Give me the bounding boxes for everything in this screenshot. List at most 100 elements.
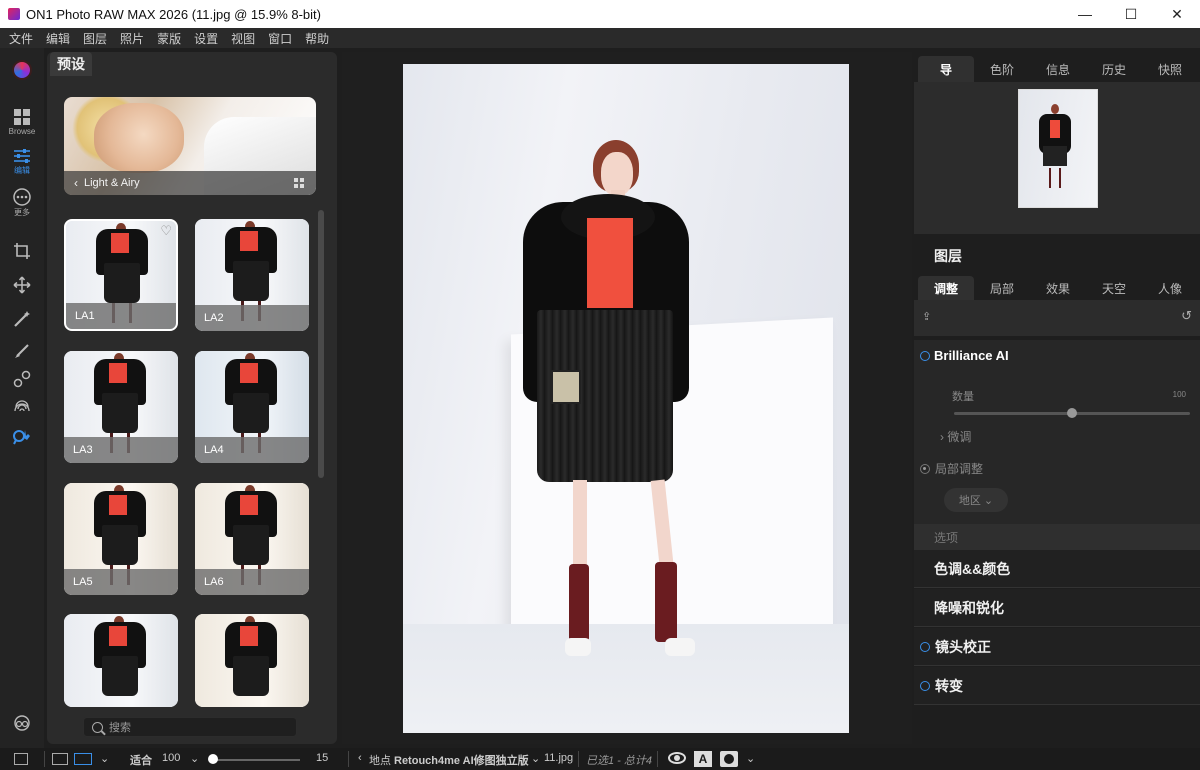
preset-thumb[interactable]: LA3	[64, 351, 178, 463]
menu-settings[interactable]: 设置	[194, 30, 218, 47]
tab-snapshots[interactable]: 快照	[1142, 56, 1198, 82]
toggle-circle-icon[interactable]	[920, 680, 930, 691]
single-view-icon[interactable]	[74, 753, 92, 765]
minimize-button[interactable]: —	[1062, 0, 1108, 28]
thumb-size-knob[interactable]	[208, 754, 218, 764]
radio-icon[interactable]	[920, 463, 930, 474]
section-noise-sharpen[interactable]: 降噪和锐化	[914, 589, 1200, 627]
close-button[interactable]: ✕	[1154, 0, 1200, 28]
grid-view-icon[interactable]	[294, 178, 304, 188]
search-placeholder: 搜索	[109, 722, 131, 734]
sliders-icon	[14, 149, 30, 163]
preset-thumb[interactable]	[195, 614, 309, 707]
menu-layer[interactable]: 图层	[83, 30, 107, 47]
preset-thumb[interactable]: ♡ LA1	[64, 219, 178, 331]
layers-title[interactable]: 图层	[934, 246, 962, 266]
healing-icon	[13, 370, 31, 388]
image-canvas[interactable]	[342, 52, 912, 744]
search-icon	[92, 721, 103, 733]
folder-chevron-icon[interactable]: ⌄	[531, 752, 540, 765]
reset-icon[interactable]: ↺	[1181, 308, 1192, 324]
status-bar: ⌄ 适合 100 ⌄ 15 ‹ 地点 Retouch4me AI修图独立版 ⌄ …	[0, 748, 1200, 770]
main-photo[interactable]	[403, 64, 849, 733]
tab-sky[interactable]: 天空	[1086, 276, 1142, 300]
tab-navigator[interactable]: 导	[918, 56, 974, 82]
tool-strip: Browse 编辑 更多	[0, 48, 44, 748]
eye-icon[interactable]	[668, 752, 686, 764]
amount-value: 100	[1172, 390, 1186, 399]
folder-name[interactable]: Retouch4me AI修图独立版	[394, 752, 529, 768]
navigator-thumbnail[interactable]	[1018, 89, 1098, 208]
local-adjust-option[interactable]: 局部调整	[920, 460, 983, 477]
export-icon[interactable]: ⇪	[922, 310, 931, 323]
on1-logo-icon[interactable]	[0, 60, 44, 80]
menu-edit[interactable]: 编辑	[46, 30, 70, 47]
tab-info[interactable]: 信息	[1030, 56, 1086, 82]
presets-scrollbar[interactable]	[318, 210, 324, 478]
preset-category-card[interactable]: ‹ Light & Airy	[64, 97, 316, 195]
fit-button[interactable]: 适合	[130, 752, 152, 768]
view-menu-chevron-icon[interactable]: ⌄	[100, 752, 109, 765]
amount-slider-knob[interactable]	[1067, 408, 1077, 418]
maximize-button[interactable]: ☐	[1108, 0, 1154, 28]
brush-tool[interactable]	[0, 342, 44, 360]
toggle-circle-icon[interactable]	[920, 641, 930, 652]
window-title: ON1 Photo RAW MAX 2026 (11.jpg @ 15.9% 8…	[26, 6, 321, 22]
move-tool[interactable]	[0, 276, 44, 294]
tab-local[interactable]: 局部	[974, 276, 1030, 300]
tab-levels[interactable]: 色阶	[974, 56, 1030, 82]
preset-thumb[interactable]: LA5	[64, 483, 178, 595]
crop-tool[interactable]	[0, 242, 44, 260]
menu-file[interactable]: 文件	[9, 30, 33, 47]
panel-toggle-icon[interactable]	[14, 753, 28, 765]
tab-history[interactable]: 历史	[1086, 56, 1142, 82]
mask-icon[interactable]	[720, 751, 738, 767]
options-row[interactable]: 选项	[914, 524, 1200, 550]
back-chevron-icon[interactable]: ‹	[358, 752, 362, 764]
menu-window[interactable]: 窗口	[268, 30, 292, 47]
region-dropdown[interactable]: 地区 ⌄	[944, 488, 1008, 512]
healing-tool[interactable]	[0, 370, 44, 388]
section-transform[interactable]: 转变	[914, 667, 1200, 705]
navigator-tabs: 导 色阶 信息 历史 快照	[918, 56, 1200, 82]
thumb-size-slider[interactable]	[212, 759, 300, 761]
extras-tool[interactable]	[0, 714, 44, 732]
brilliance-header[interactable]: Brilliance AI	[920, 348, 1009, 363]
tab-effects[interactable]: 效果	[1030, 276, 1086, 300]
zoom-value[interactable]: 100	[162, 752, 180, 764]
text-overlay-icon[interactable]: A	[694, 751, 712, 767]
menu-bar: 文件 编辑 图层 照片 蒙版 设置 视图 窗口 帮助	[0, 28, 1200, 48]
selection-count: 已选1 - 总计4	[586, 755, 653, 767]
presets-tab[interactable]: 预设	[50, 52, 92, 76]
retouch-tool[interactable]	[0, 428, 44, 446]
brush-icon	[15, 344, 29, 358]
fine-tune-toggle[interactable]: › 微调	[940, 428, 971, 445]
preset-search-input[interactable]: 搜索	[83, 717, 297, 737]
menu-view[interactable]: 视图	[231, 30, 255, 47]
toggle-circle-icon[interactable]	[920, 350, 930, 361]
menu-photo[interactable]: 照片	[120, 30, 144, 47]
zoom-chevron-icon[interactable]: ⌄	[190, 752, 199, 765]
preset-thumb[interactable]: LA6	[195, 483, 309, 595]
category-name: Light & Airy	[84, 177, 140, 189]
region-label: 地区	[958, 495, 981, 507]
tab-portrait[interactable]: 人像	[1142, 276, 1198, 300]
section-lens-correction[interactable]: 镜头校正	[914, 628, 1200, 666]
heart-icon[interactable]: ♡	[160, 223, 172, 239]
preset-thumb[interactable]: LA2	[195, 219, 309, 331]
preset-thumb[interactable]: LA4	[195, 351, 309, 463]
tab-develop[interactable]: 调整	[918, 276, 974, 300]
right-panel: 导 色阶 信息 历史 快照 图层 调整 局部 效果 天空 人像 ⇪ ↺ Bril…	[914, 52, 1200, 744]
browse-tool[interactable]: Browse	[0, 108, 44, 136]
menu-help[interactable]: 帮助	[305, 30, 329, 47]
edit-tool[interactable]: 编辑	[0, 148, 44, 176]
portrait-tool[interactable]	[0, 398, 44, 416]
section-tone-color[interactable]: 色调&&颜色	[914, 550, 1200, 588]
magic-wand-tool[interactable]	[0, 310, 44, 328]
chevron-left-icon[interactable]: ‹	[74, 176, 78, 190]
preset-thumb[interactable]	[64, 614, 178, 707]
overlay-chevron-icon[interactable]: ⌄	[746, 752, 755, 765]
menu-mask[interactable]: 蒙版	[157, 30, 181, 47]
more-tool[interactable]: 更多	[0, 188, 44, 218]
grid-view-icon[interactable]	[52, 753, 68, 765]
